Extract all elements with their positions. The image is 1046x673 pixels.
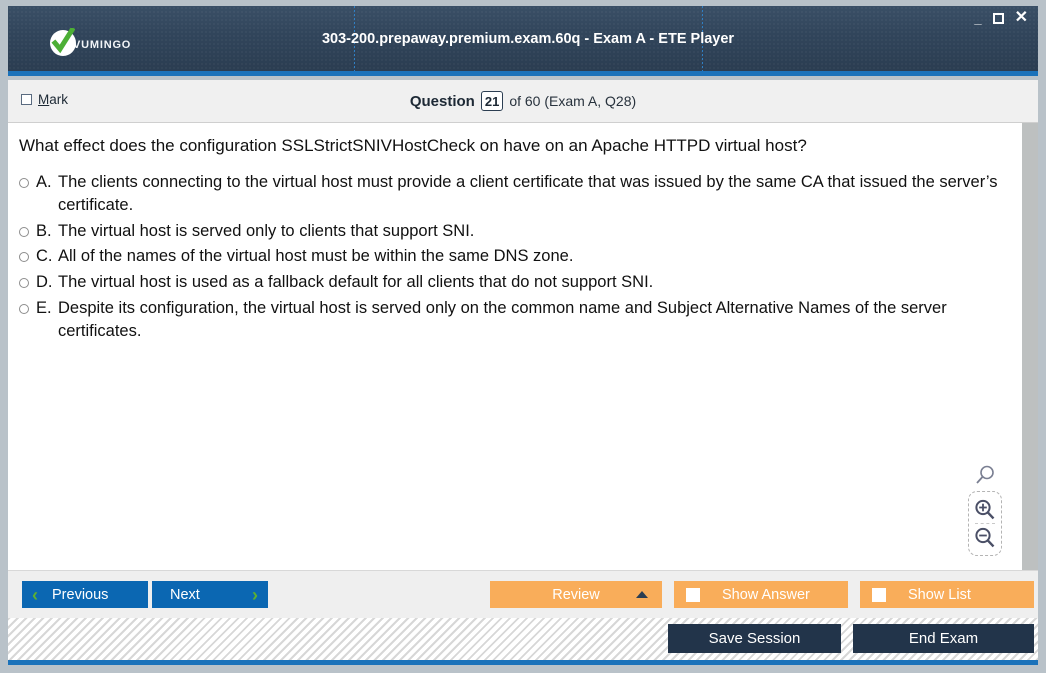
show-list-checkbox[interactable]: [872, 587, 886, 602]
answer-option[interactable]: D. The virtual host is used as a fallback…: [19, 271, 1014, 294]
answer-option[interactable]: C. All of the names of the virtual host m…: [19, 245, 1014, 268]
navigation-toolbar: ‹ Previous Next › Review Show Answer Sho…: [8, 570, 1038, 618]
previous-label: Previous: [52, 586, 109, 603]
show-list-label: Show List: [908, 586, 971, 603]
zoom-in-button[interactable]: [969, 496, 1001, 523]
content-right-gutter: [1022, 123, 1038, 570]
show-answer-label: Show Answer: [722, 586, 810, 603]
review-button[interactable]: Review: [490, 581, 662, 608]
answer-letter: D.: [36, 273, 53, 292]
logo-text: Vumingo: [73, 34, 132, 52]
question-content-area: What effect does the configuration SSLSt…: [8, 123, 1022, 570]
answer-text: The virtual host is used as a fallback d…: [58, 273, 654, 292]
answer-letter: E.: [36, 298, 52, 317]
answer-letter: A.: [36, 173, 52, 191]
ete-player-window: Vumingo 303-200.prepaway.premium.exam.60…: [0, 0, 1046, 673]
question-counter: Question 21 of 60 (Exam A, Q28): [8, 91, 1038, 111]
maximize-icon[interactable]: [992, 12, 1004, 24]
next-button[interactable]: Next ›: [152, 581, 268, 608]
answer-letter: C.: [36, 247, 53, 266]
answer-option[interactable]: A. The clients connecting to the virtual …: [19, 171, 1014, 217]
previous-button[interactable]: ‹ Previous: [22, 581, 148, 608]
zoom-panel: [968, 491, 1002, 556]
show-answer-button[interactable]: Show Answer: [674, 581, 848, 608]
vumingo-logo: Vumingo: [50, 28, 132, 56]
question-header-bar: Mark Question 21 of 60 (Exam A, Q28): [8, 80, 1038, 123]
caret-up-icon: [636, 591, 648, 598]
answer-radio[interactable]: [19, 252, 29, 263]
zoom-out-button[interactable]: [969, 524, 1001, 551]
close-icon[interactable]: ✕: [1015, 10, 1028, 26]
next-label: Next: [170, 586, 200, 603]
minimize-icon[interactable]: _: [974, 12, 981, 25]
title-bar: Vumingo 303-200.prepaway.premium.exam.60…: [8, 6, 1038, 76]
question-number-input[interactable]: 21: [480, 91, 504, 111]
chevron-left-icon: ‹: [32, 584, 38, 605]
answer-text: The clients connecting to the virtual ho…: [58, 173, 998, 214]
question-text: What effect does the configuration SSLSt…: [19, 136, 807, 155]
window-title: 303-200.prepaway.premium.exam.60q - Exam…: [321, 30, 735, 47]
answer-radio[interactable]: [19, 303, 29, 314]
question-total-label: of 60 (Exam A, Q28): [509, 93, 637, 109]
answer-letter: B.: [36, 221, 52, 240]
review-label: Review: [552, 586, 600, 603]
zoom-controls: [968, 465, 1002, 556]
end-exam-button[interactable]: End Exam: [853, 624, 1034, 653]
answer-text: All of the names of the virtual host mus…: [58, 247, 574, 266]
answer-radio[interactable]: [19, 226, 29, 237]
show-answer-checkbox[interactable]: [686, 587, 700, 602]
chevron-right-icon: ›: [252, 584, 258, 605]
show-list-button[interactable]: Show List: [860, 581, 1034, 608]
save-session-button[interactable]: Save Session: [668, 624, 841, 653]
answer-text: The virtual host is served only to clien…: [58, 221, 475, 240]
question-word: Question: [409, 92, 475, 110]
status-bar: Save Session End Exam: [8, 618, 1038, 665]
answer-option[interactable]: E. Despite its configuration, the virtual…: [19, 297, 1014, 343]
answer-text: Despite its configuration, the virtual h…: [58, 298, 947, 340]
answer-options-list: A. The clients connecting to the virtual …: [19, 171, 1014, 345]
magnifier-icon: [968, 465, 1002, 487]
checkmark-icon: [50, 28, 76, 56]
answer-radio[interactable]: [19, 278, 29, 289]
answer-radio[interactable]: [19, 178, 29, 188]
answer-option[interactable]: B. The virtual host is served only to cli…: [19, 220, 1014, 243]
window-controls: _ ✕: [974, 10, 1028, 26]
